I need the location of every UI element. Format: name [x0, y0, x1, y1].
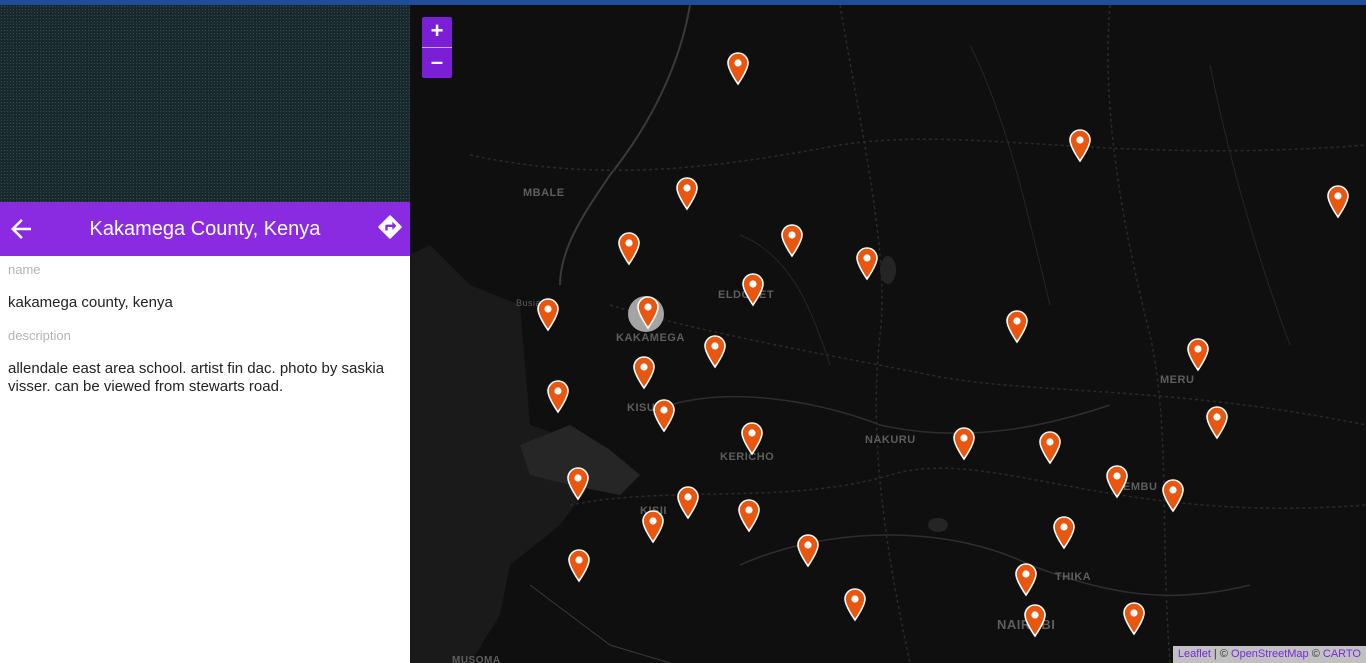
- map-marker-icon: [953, 427, 975, 461]
- map-marker-pin[interactable]: [1039, 431, 1061, 465]
- map-marker-icon: [1069, 129, 1091, 163]
- place-label-embu: EMBU: [1123, 481, 1158, 493]
- zoom-out-button[interactable]: –: [422, 48, 452, 78]
- place-label-musoma: MUSOMA: [452, 655, 501, 663]
- map-marker-icon: [676, 177, 698, 211]
- attribution-separator: | ©: [1210, 648, 1232, 660]
- map-marker-icon: [653, 399, 675, 433]
- map-marker-icon: [856, 247, 878, 281]
- leaflet-link[interactable]: Leaflet: [1178, 648, 1211, 660]
- directions-button[interactable]: [376, 213, 408, 245]
- back-button[interactable]: [6, 214, 36, 244]
- map-marker-pin[interactable]: [637, 296, 659, 330]
- map-marker-icon: [547, 380, 569, 414]
- map-marker-icon: [1206, 406, 1228, 440]
- place-label-nakuru: NAKURU: [865, 434, 916, 446]
- zoom-in-button[interactable]: +: [422, 17, 452, 47]
- map-marker-pin[interactable]: [1162, 479, 1184, 513]
- map-marker-pin[interactable]: [567, 467, 589, 501]
- place-label-kakamega: KAKAMEGA: [616, 332, 685, 344]
- map-marker-icon: [1187, 338, 1209, 372]
- detail-sidebar: Kakamega County, Kenya name kakamega cou…: [0, 5, 410, 663]
- map-marker-pin[interactable]: [1123, 602, 1145, 636]
- map-marker-pin[interactable]: [844, 588, 866, 622]
- map-marker-icon: [1053, 516, 1075, 550]
- map-marker-pin[interactable]: [704, 335, 726, 369]
- map-marker-pin[interactable]: [547, 380, 569, 414]
- map-marker-icon: [1015, 563, 1037, 597]
- map-marker-icon: [727, 52, 749, 86]
- map-marker-icon: [1006, 310, 1028, 344]
- map-marker-pin[interactable]: [633, 356, 655, 390]
- map-marker-icon: [738, 499, 760, 533]
- map-marker-pin[interactable]: [1187, 338, 1209, 372]
- map-marker-icon: [1123, 602, 1145, 636]
- name-value: kakamega county, kenya: [8, 294, 173, 311]
- map-marker-icon: [637, 296, 659, 330]
- map-marker-pin[interactable]: [738, 499, 760, 533]
- map-marker-pin[interactable]: [618, 232, 640, 266]
- map-marker-icon: [741, 422, 763, 456]
- map-marker-pin[interactable]: [1106, 465, 1128, 499]
- directions-icon: [378, 215, 402, 239]
- map-marker-icon: [1162, 479, 1184, 513]
- map-marker-icon: [633, 356, 655, 390]
- map-marker-pin[interactable]: [1024, 604, 1046, 638]
- carto-link[interactable]: CARTO: [1323, 648, 1361, 660]
- attribution-separator-2: ©: [1308, 648, 1323, 660]
- map-marker-pin[interactable]: [856, 247, 878, 281]
- map-marker-pin[interactable]: [1069, 129, 1091, 163]
- map-marker-icon: [797, 534, 819, 568]
- location-photo: [0, 5, 410, 202]
- map-attribution: Leaflet | © OpenStreetMap © CARTO: [1172, 646, 1366, 663]
- map-base-layer: [410, 5, 1366, 663]
- details-panel: name kakamega county, kenya description …: [8, 262, 400, 396]
- map-marker-pin[interactable]: [797, 534, 819, 568]
- page-title: Kakamega County, Kenya: [89, 218, 321, 240]
- map-marker-pin[interactable]: [677, 486, 699, 520]
- map-marker-icon: [1327, 185, 1349, 219]
- map-marker-pin[interactable]: [1053, 516, 1075, 550]
- map-marker-pin[interactable]: [781, 224, 803, 258]
- zoom-control: + –: [422, 17, 452, 78]
- map-marker-icon: [704, 335, 726, 369]
- map-marker-icon: [1024, 604, 1046, 638]
- map-marker-pin[interactable]: [642, 510, 664, 544]
- map-marker-pin[interactable]: [953, 427, 975, 461]
- place-label-mbale: MBALE: [523, 187, 565, 199]
- arrow-left-icon: [11, 219, 31, 239]
- map-marker-icon: [844, 588, 866, 622]
- openstreetmap-link[interactable]: OpenStreetMap: [1231, 648, 1309, 660]
- map-marker-pin[interactable]: [742, 273, 764, 307]
- map-marker-pin[interactable]: [1015, 563, 1037, 597]
- description-label: description: [8, 328, 71, 343]
- map-marker-icon: [618, 232, 640, 266]
- sidebar-header: Kakamega County, Kenya: [0, 202, 410, 256]
- map-marker-pin[interactable]: [1327, 185, 1349, 219]
- map-marker-icon: [537, 298, 559, 332]
- map-marker-pin[interactable]: [537, 298, 559, 332]
- map-marker-pin[interactable]: [741, 422, 763, 456]
- map-marker-icon: [1106, 465, 1128, 499]
- map-marker-icon: [1039, 431, 1061, 465]
- map-marker-pin[interactable]: [653, 399, 675, 433]
- map-marker-icon: [781, 224, 803, 258]
- map-marker-pin[interactable]: [1206, 406, 1228, 440]
- description-value: allendale east area school. artist fin d…: [8, 360, 385, 395]
- map-view[interactable]: + – MBALE ELDORET KAKAMEGA KISUMU KERICH…: [410, 5, 1366, 663]
- map-marker-icon: [642, 510, 664, 544]
- map-marker-icon: [677, 486, 699, 520]
- map-marker-pin[interactable]: [676, 177, 698, 211]
- map-marker-pin[interactable]: [568, 549, 590, 583]
- map-marker-icon: [567, 467, 589, 501]
- place-label-meru: MERU: [1160, 374, 1195, 386]
- map-marker-icon: [742, 273, 764, 307]
- map-marker-pin[interactable]: [1006, 310, 1028, 344]
- place-label-thika: THIKA: [1055, 571, 1092, 583]
- map-marker-icon: [568, 549, 590, 583]
- map-marker-pin[interactable]: [727, 52, 749, 86]
- name-label: name: [8, 262, 41, 277]
